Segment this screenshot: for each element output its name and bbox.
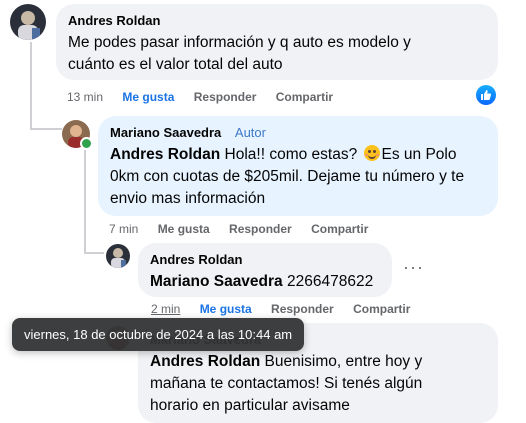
reply-button[interactable]: Responder [271,302,334,316]
comment-text-segment: Hola!! como estas? [220,146,362,163]
comment-actions: 2 min Me gusta Responder Compartir [151,302,426,316]
comment-text: Me podes pasar información y q auto es m… [68,32,486,76]
comment-author[interactable]: Andres Roldan [150,251,380,268]
mention-link[interactable]: Mariano Saavedra [150,273,283,290]
online-status-icon [80,137,93,150]
comment-bubble: Mariano Saavedra Autor Andres Roldan Hol… [98,116,498,216]
comment-text-line: horario en particular avisame [150,397,350,414]
thread-line-reply-elbow [84,252,104,254]
comment-time[interactable]: 13 min [67,90,103,104]
comment-actions: 13 min Me gusta Responder Compartir [67,90,349,104]
like-button[interactable]: Me gusta [122,90,174,104]
comment-time[interactable]: 2 min [151,302,180,316]
thread-line-elbow [30,128,62,130]
comment-author[interactable]: Mariano Saavedra [110,125,221,140]
comment-text-line: mañana te contactamos! Si tenés algún [150,375,423,392]
avatar[interactable] [10,4,46,40]
smiling-face-emoji-icon [363,145,380,161]
comment-text-line: envio mas información [110,190,266,207]
comment-text-segment: Buenisimo, entre hoy y [260,353,423,370]
comment-actions: 7 min Me gusta Responder Compartir [109,222,384,236]
mention-link[interactable]: Andres Roldan [150,353,260,370]
thread-line-main [30,42,32,130]
comment-author-row: Mariano Saavedra Autor [110,124,486,141]
comment-text: Andres Roldan Buenisimo, entre hoy y mañ… [150,351,486,417]
avatar[interactable] [106,244,130,268]
comment-text: Andres Roldan Hola!! como estas? Es un P… [110,144,486,210]
reply-button[interactable]: Responder [194,90,257,104]
comment-text-segment: 2266478622 [282,273,374,290]
timestamp-tooltip: viernes, 18 de octubre de 2024 a las 10:… [12,318,305,351]
thread-line-reply [84,150,86,253]
more-options-icon[interactable]: ··· [403,258,424,276]
comment-text-line: cuánto es el valor total del auto [68,56,283,73]
like-button[interactable]: Me gusta [200,302,252,316]
comment-bubble: Andres Roldan Mariano Saavedra 226647862… [138,243,392,297]
comment-text-line: Andres Roldan Buenisimo, entre hoy y [150,351,486,373]
mention-link[interactable]: Andres Roldan [110,146,220,163]
share-button[interactable]: Compartir [353,302,410,316]
comment-text-line: Andres Roldan Hola!! como estas? Es un P… [110,144,486,166]
author-badge: Autor [234,125,266,140]
share-button[interactable]: Compartir [276,90,333,104]
comment-text: Mariano Saavedra 2266478622 [150,271,380,293]
comment-text-line: 0km con cuotas de $205mil. Dejame tu núm… [110,168,465,185]
comment-bubble: Andres Roldan Me podes pasar información… [56,4,498,80]
like-icon[interactable] [476,85,496,105]
like-button[interactable]: Me gusta [158,222,210,236]
comment-time[interactable]: 7 min [109,222,138,236]
comment-author[interactable]: Andres Roldan [68,12,486,29]
comment-text-line: Me podes pasar información y q auto es m… [68,34,411,51]
share-button[interactable]: Compartir [311,222,368,236]
reply-button[interactable]: Responder [229,222,292,236]
comment-text-segment: Es un Polo [381,146,457,163]
